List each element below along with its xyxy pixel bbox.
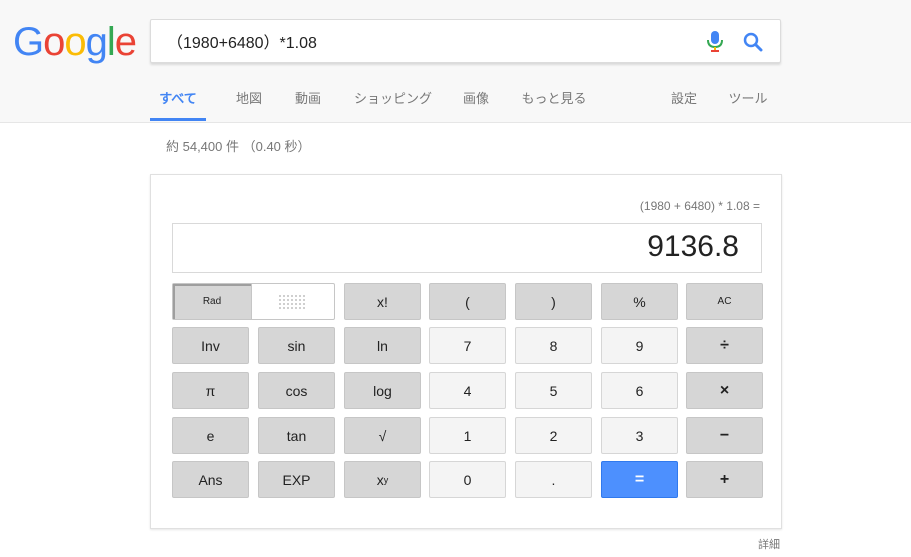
rad-deg-toggle[interactable]: Rad bbox=[172, 283, 335, 320]
tab-settings[interactable]: 設定 bbox=[669, 80, 699, 120]
tan-button[interactable]: tan bbox=[258, 417, 335, 454]
open-paren-button[interactable]: ( bbox=[429, 283, 506, 320]
digit-1-button[interactable]: 1 bbox=[429, 417, 506, 454]
logo-letter: o bbox=[43, 20, 65, 64]
pi-button[interactable]: π bbox=[172, 372, 249, 409]
google-logo[interactable]: Google bbox=[13, 18, 137, 66]
factorial-button[interactable]: x! bbox=[344, 283, 421, 320]
calc-history: (1980 + 6480) * 1.08 = bbox=[639, 199, 760, 213]
digit-2-button[interactable]: 2 bbox=[515, 417, 592, 454]
mic-icon[interactable] bbox=[706, 31, 724, 53]
header: Google すべて 地図 動画 ショッピング 画像 もっと見る 設定 ツール bbox=[0, 0, 911, 123]
all-clear-button[interactable]: AC bbox=[686, 283, 763, 320]
equals-button[interactable]: = bbox=[601, 461, 678, 498]
power-base: x bbox=[376, 471, 384, 488]
tab-tools[interactable]: ツール bbox=[726, 80, 770, 120]
search-icon[interactable] bbox=[742, 31, 764, 53]
calc-result: 9136.8 bbox=[647, 230, 739, 263]
digit-5-button[interactable]: 5 bbox=[515, 372, 592, 409]
digit-6-button[interactable]: 6 bbox=[601, 372, 678, 409]
digit-8-button[interactable]: 8 bbox=[515, 327, 592, 364]
logo-letter: G bbox=[13, 20, 44, 64]
cos-button[interactable]: cos bbox=[258, 372, 335, 409]
logo-letter: e bbox=[114, 20, 137, 64]
exp-button[interactable]: EXP bbox=[258, 461, 335, 498]
minus-button[interactable]: − bbox=[686, 417, 763, 454]
tab-shopping[interactable]: ショッピング bbox=[352, 80, 434, 120]
search-box bbox=[150, 19, 781, 63]
power-button[interactable]: xy bbox=[344, 461, 421, 498]
multiply-button[interactable]: × bbox=[686, 372, 763, 409]
tab-images[interactable]: 画像 bbox=[461, 80, 491, 120]
decimal-button[interactable]: . bbox=[515, 461, 592, 498]
percent-button[interactable]: % bbox=[601, 283, 678, 320]
logo-letter: l bbox=[106, 20, 116, 64]
ans-button[interactable]: Ans bbox=[172, 461, 249, 498]
details-link[interactable]: 詳細 bbox=[758, 536, 780, 552]
close-paren-button[interactable]: ) bbox=[515, 283, 592, 320]
digit-0-button[interactable]: 0 bbox=[429, 461, 506, 498]
tab-videos[interactable]: 動画 bbox=[293, 80, 323, 120]
search-input[interactable] bbox=[167, 20, 697, 62]
tab-all[interactable]: すべて bbox=[150, 80, 206, 121]
search-tabs: すべて 地図 動画 ショッピング 画像 もっと見る 設定 ツール bbox=[150, 80, 911, 122]
ln-button[interactable]: ln bbox=[344, 327, 421, 364]
inverse-button[interactable]: Inv bbox=[172, 327, 249, 364]
log-button[interactable]: log bbox=[344, 372, 421, 409]
plus-button[interactable]: + bbox=[686, 461, 763, 498]
result-stats: 約 54,400 件 （0.40 秒） bbox=[166, 139, 311, 154]
calc-display: 9136.8 bbox=[172, 223, 762, 273]
digit-4-button[interactable]: 4 bbox=[429, 372, 506, 409]
sqrt-button[interactable]: √ bbox=[344, 417, 421, 454]
digit-3-button[interactable]: 3 bbox=[601, 417, 678, 454]
digit-7-button[interactable]: 7 bbox=[429, 327, 506, 364]
tab-more[interactable]: もっと見る bbox=[520, 80, 588, 120]
calculator: (1980 + 6480) * 1.08 = 9136.8 Rad x! ( )… bbox=[150, 174, 782, 529]
sin-button[interactable]: sin bbox=[258, 327, 335, 364]
deg-dots-icon bbox=[279, 294, 305, 309]
logo-letter: g bbox=[85, 20, 108, 64]
logo-letter: o bbox=[64, 20, 86, 64]
digit-9-button[interactable]: 9 bbox=[601, 327, 678, 364]
e-button[interactable]: e bbox=[172, 417, 249, 454]
tab-maps[interactable]: 地図 bbox=[234, 80, 264, 120]
divide-button[interactable]: ÷ bbox=[686, 327, 763, 364]
power-exponent: y bbox=[383, 474, 389, 485]
rad-button[interactable]: Rad bbox=[173, 284, 252, 319]
deg-button[interactable] bbox=[252, 284, 334, 319]
